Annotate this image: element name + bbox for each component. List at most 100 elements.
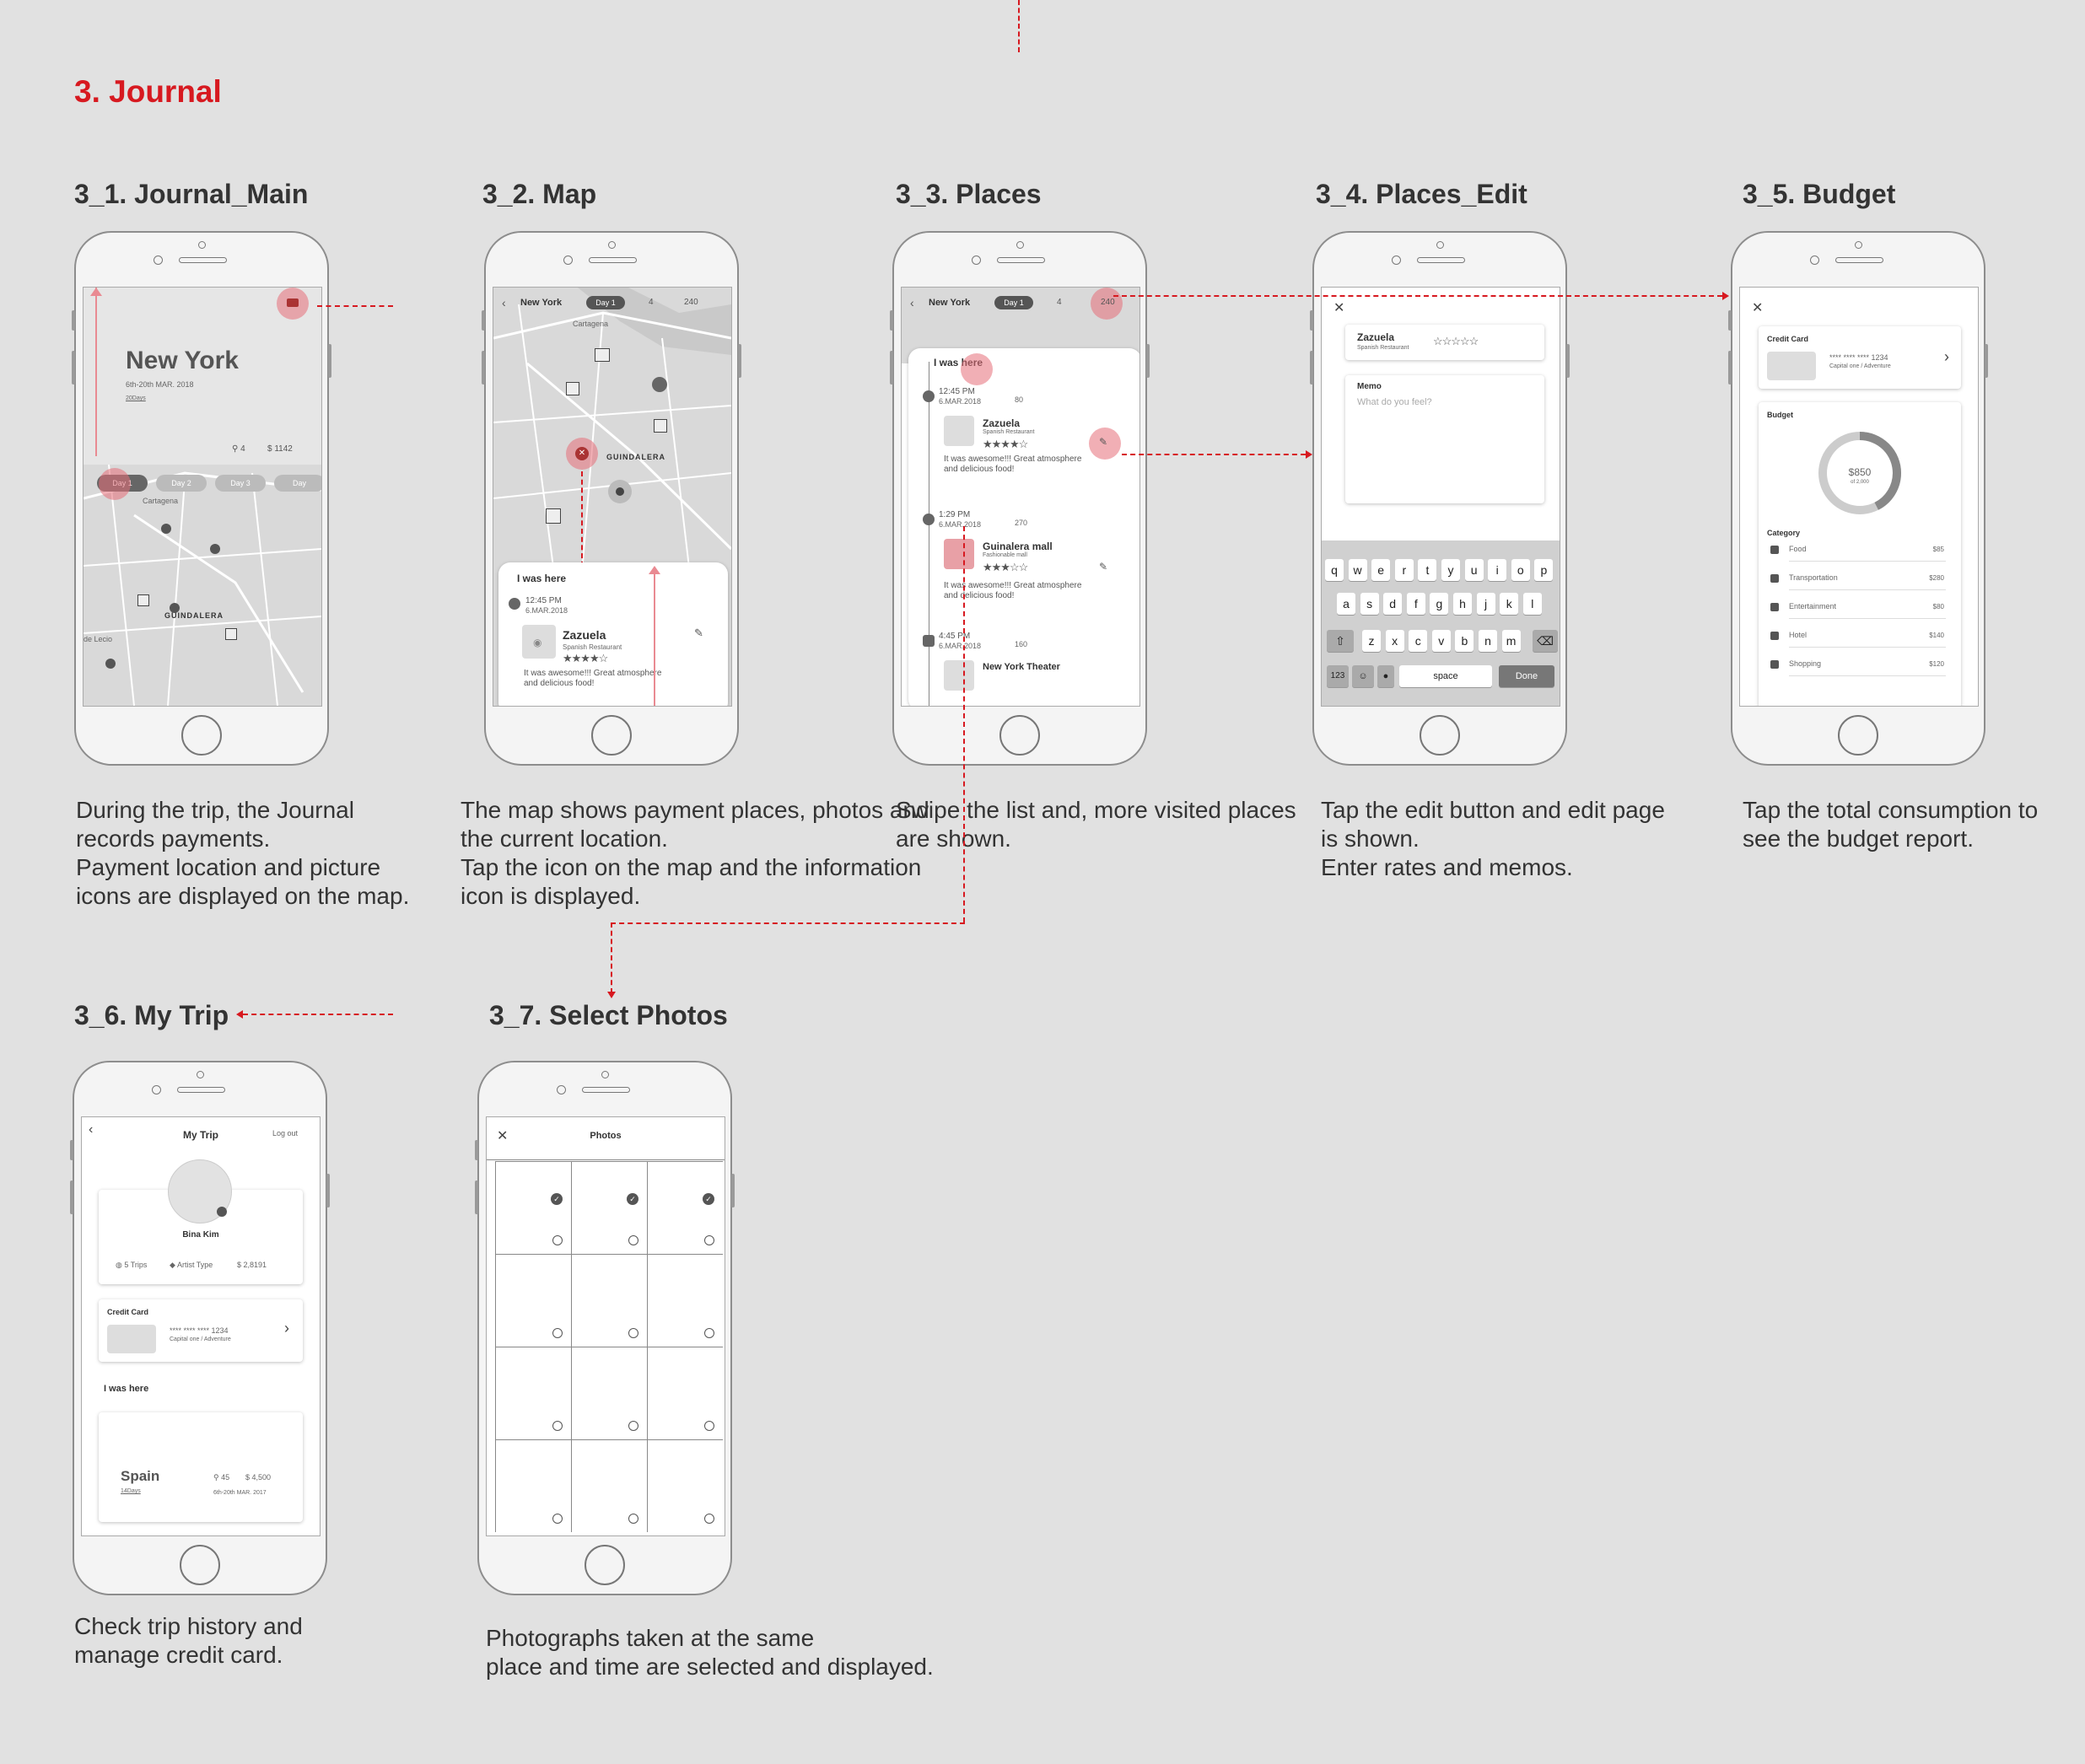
map-pin-icon[interactable]	[170, 603, 180, 613]
close-icon[interactable]: ✕	[1333, 299, 1344, 316]
key-j[interactable]: j	[1476, 593, 1495, 615]
home-button[interactable]	[1838, 715, 1878, 756]
edit-pencil-icon[interactable]: ✎	[1099, 561, 1107, 573]
day-tab-3[interactable]: Day 3	[215, 475, 266, 492]
key-h[interactable]: h	[1453, 593, 1472, 615]
key-e[interactable]: e	[1371, 559, 1391, 581]
key-k[interactable]: k	[1500, 593, 1519, 615]
back-chevron-icon[interactable]: ‹	[910, 296, 914, 309]
home-button[interactable]	[1420, 715, 1460, 756]
shop-pin-icon[interactable]	[652, 377, 667, 392]
key-m[interactable]: m	[1501, 630, 1521, 652]
key-f[interactable]: f	[1406, 593, 1425, 615]
home-button[interactable]	[181, 715, 222, 756]
map-pin-icon[interactable]	[210, 544, 220, 554]
home-button[interactable]	[999, 715, 1040, 756]
numbers-key[interactable]: 123	[1327, 665, 1349, 687]
spent-total[interactable]: 240	[684, 298, 698, 307]
select-radio[interactable]	[552, 1421, 563, 1431]
checked-icon[interactable]: ✓	[703, 1193, 714, 1205]
chevron-right-icon[interactable]: ›	[1944, 348, 1949, 366]
key-s[interactable]: s	[1360, 593, 1379, 615]
select-radio[interactable]	[628, 1514, 638, 1524]
chevron-right-icon[interactable]: ›	[284, 1320, 289, 1337]
key-t[interactable]: t	[1418, 559, 1437, 581]
select-radio[interactable]	[704, 1328, 714, 1338]
key-y[interactable]: y	[1441, 559, 1460, 581]
key-d[interactable]: d	[1383, 593, 1403, 615]
trip-history-card[interactable]: Spain 14Days ⚲ 45 $ 4,500 6th-20th MAR. …	[99, 1412, 303, 1522]
select-radio[interactable]	[704, 1514, 714, 1524]
trip-dates: 6th-20th MAR. 2018	[126, 380, 194, 389]
day-selector[interactable]: Day 1	[586, 296, 625, 309]
photo-thumbnail[interactable]	[944, 539, 974, 569]
key-b[interactable]: b	[1455, 630, 1474, 652]
info-card[interactable]: I was here 12:45 PM 6.MAR.2018 ◉ Zazuela…	[498, 562, 728, 706]
key-i[interactable]: i	[1488, 559, 1507, 581]
close-icon[interactable]: ✕	[1752, 299, 1763, 316]
shift-key[interactable]: ⇧	[1327, 630, 1354, 652]
spent-total[interactable]: 240	[1101, 298, 1115, 307]
memo-card[interactable]: Memo What do you feel?	[1345, 375, 1544, 503]
map-pin-icon[interactable]	[161, 524, 171, 534]
select-radio[interactable]	[552, 1235, 563, 1245]
select-radio[interactable]	[628, 1421, 638, 1431]
select-radio[interactable]	[552, 1328, 563, 1338]
select-radio[interactable]	[628, 1235, 638, 1245]
key-u[interactable]: u	[1464, 559, 1484, 581]
credit-card-panel[interactable]: Credit Card **** **** **** 1234 Capital …	[99, 1299, 303, 1362]
checked-icon[interactable]: ✓	[627, 1193, 638, 1205]
home-button[interactable]	[585, 1545, 625, 1585]
back-chevron-icon[interactable]: ‹	[502, 296, 506, 309]
photo-pin-icon[interactable]	[137, 594, 149, 606]
key-l[interactable]: l	[1522, 593, 1542, 615]
credit-card-panel[interactable]: Credit Card **** **** **** 1234 Capital …	[1759, 326, 1961, 389]
select-radio[interactable]	[704, 1421, 714, 1431]
key-q[interactable]: q	[1325, 559, 1344, 581]
key-p[interactable]: p	[1534, 559, 1554, 581]
edit-pencil-icon[interactable]: ✎	[694, 627, 703, 640]
places-list-sheet[interactable]: I was here 12:45 PM 6.MAR.2018 80 Zazuel…	[908, 348, 1139, 706]
spent-total[interactable]: $ 1142	[267, 444, 293, 454]
space-key[interactable]: space	[1399, 665, 1492, 687]
rating-input[interactable]: ☆☆☆☆☆	[1433, 335, 1479, 348]
day-selector[interactable]: Day 1	[994, 296, 1033, 309]
key-z[interactable]: z	[1362, 630, 1381, 652]
photo-thumbnail[interactable]	[944, 416, 974, 446]
key-x[interactable]: x	[1385, 630, 1404, 652]
edit-pencil-icon[interactable]: ✎	[1099, 436, 1107, 448]
key-w[interactable]: w	[1348, 559, 1367, 581]
key-v[interactable]: v	[1431, 630, 1451, 652]
select-radio[interactable]	[552, 1514, 563, 1524]
key-r[interactable]: r	[1394, 559, 1414, 581]
photo-thumbnail[interactable]	[944, 660, 974, 691]
photo-pin-icon[interactable]	[566, 382, 579, 395]
hotel-pin-icon[interactable]	[595, 348, 610, 362]
done-key[interactable]: Done	[1499, 665, 1554, 687]
memo-input[interactable]: What do you feel?	[1357, 397, 1432, 407]
edit-avatar-icon[interactable]	[217, 1207, 227, 1217]
card-number: **** **** **** 1234	[1829, 353, 1888, 362]
theater-pin-icon[interactable]	[546, 508, 561, 524]
checked-icon[interactable]: ✓	[551, 1193, 563, 1205]
home-button[interactable]	[180, 1545, 220, 1585]
emoji-key[interactable]: ☺	[1352, 665, 1374, 687]
key-o[interactable]: o	[1511, 559, 1530, 581]
logout-link[interactable]: Log out	[272, 1129, 298, 1137]
day-tab-4[interactable]: Day	[274, 475, 321, 492]
day-tab-2[interactable]: Day 2	[156, 475, 207, 492]
key-a[interactable]: a	[1337, 593, 1355, 615]
map-pin-icon[interactable]	[105, 659, 116, 669]
select-radio[interactable]	[628, 1328, 638, 1338]
key-g[interactable]: g	[1430, 593, 1449, 615]
screen-title-budget: 3_5. Budget	[1743, 179, 1896, 209]
mic-key[interactable]: ●	[1377, 665, 1394, 687]
home-button[interactable]	[591, 715, 632, 756]
key-c[interactable]: c	[1409, 630, 1428, 652]
select-radio[interactable]	[704, 1235, 714, 1245]
key-n[interactable]: n	[1479, 630, 1497, 652]
delete-key[interactable]: ⌫	[1533, 630, 1558, 652]
photo-pin-icon[interactable]	[654, 419, 667, 433]
photo-pin-icon[interactable]	[225, 628, 237, 640]
desc-my-trip: Check trip history and manage credit car…	[74, 1613, 303, 1668]
